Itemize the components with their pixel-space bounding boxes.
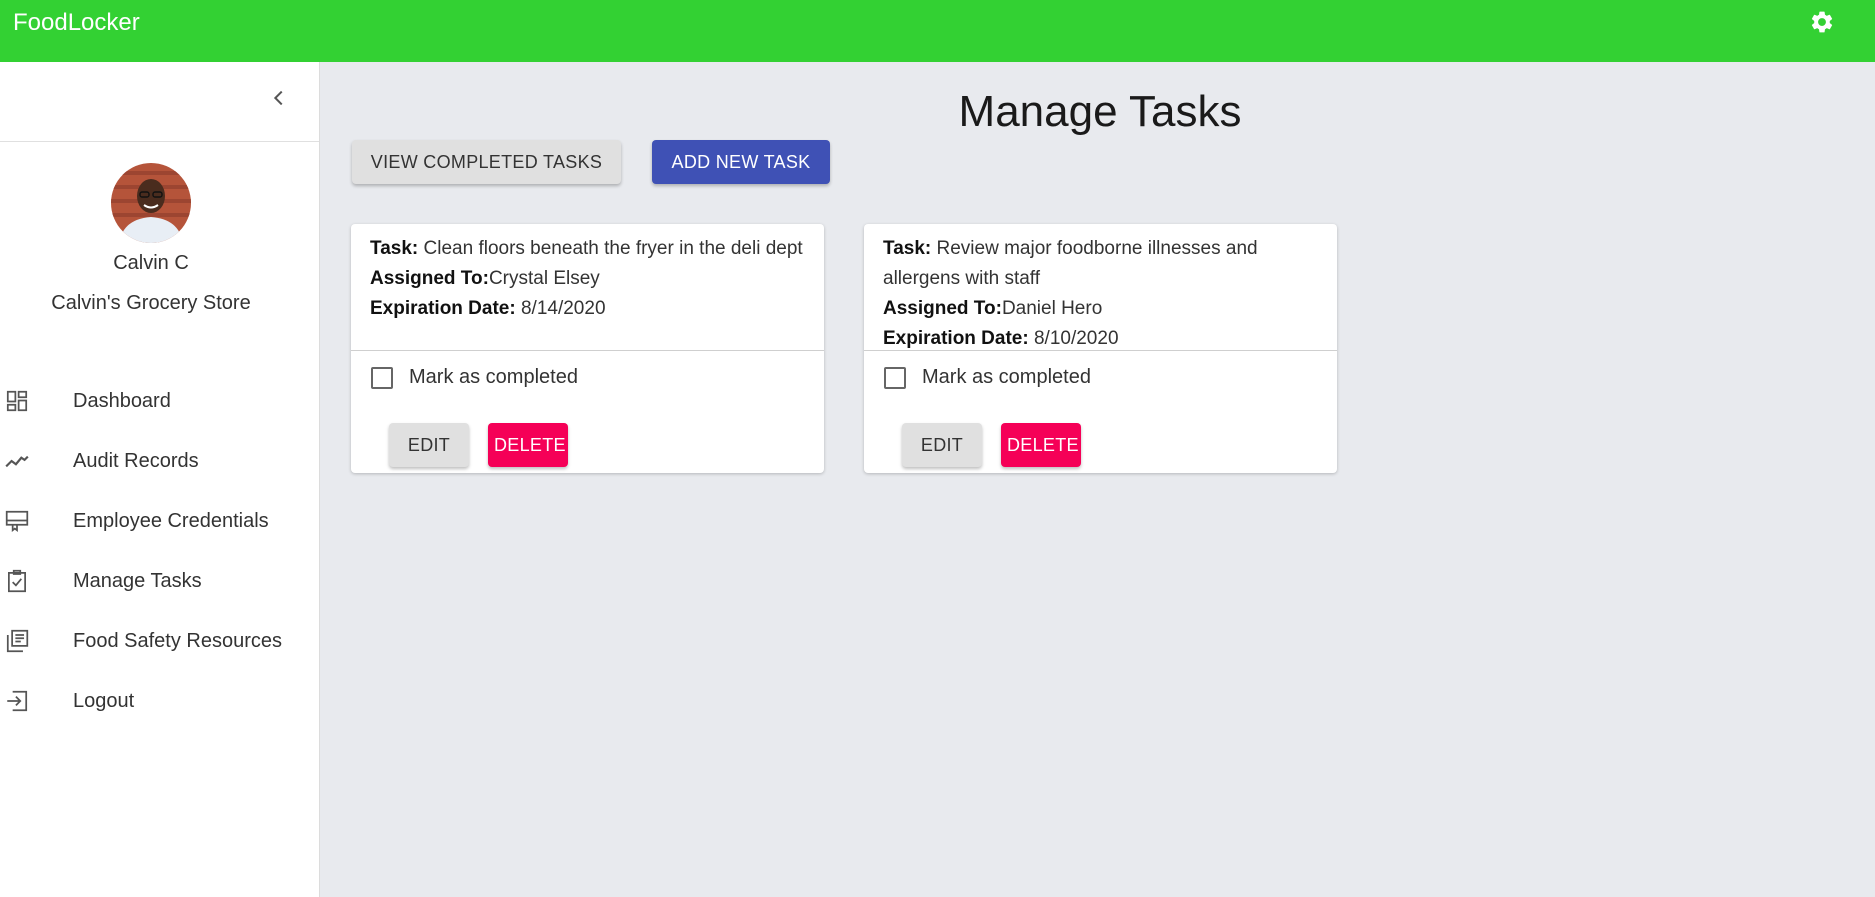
nav-item-logout[interactable]: Logout bbox=[0, 675, 318, 725]
expiration-label: Expiration Date: bbox=[883, 328, 1029, 349]
nav-label: Food Safety Resources bbox=[73, 630, 282, 652]
task-card: Task: Clean floors beneath the fryer in … bbox=[351, 224, 824, 473]
trending-icon bbox=[4, 448, 30, 474]
view-completed-tasks-button[interactable]: View Completed Tasks bbox=[352, 140, 621, 184]
nav-item-employee-credentials[interactable]: Employee Credentials bbox=[0, 495, 318, 545]
nav-label: Audit Records bbox=[73, 450, 199, 472]
sidebar-divider bbox=[0, 141, 319, 142]
task-description: Task: Clean floors beneath the fryer in … bbox=[370, 234, 810, 264]
user-name: Calvin C bbox=[113, 252, 189, 274]
nav-item-manage-tasks[interactable]: Manage Tasks bbox=[0, 555, 318, 605]
assignment-check-icon bbox=[4, 568, 30, 594]
gear-icon[interactable] bbox=[1809, 9, 1835, 35]
card-membership-icon bbox=[4, 508, 30, 534]
nav-label: Logout bbox=[73, 690, 135, 712]
page-title: Manage Tasks bbox=[958, 87, 1242, 136]
task-description: Task: Review major foodborne illnesses a… bbox=[883, 234, 1323, 294]
sidebar: Calvin C Calvin's Grocery Store Dashboar… bbox=[0, 62, 320, 897]
edit-button[interactable]: Edit bbox=[389, 423, 469, 467]
nav-label: Employee Credentials bbox=[73, 510, 269, 532]
assigned-value: Daniel Hero bbox=[1001, 298, 1103, 319]
store-name: Calvin's Grocery Store bbox=[51, 292, 251, 314]
assigned-value: Crystal Elsey bbox=[488, 268, 600, 289]
task-assignee: Assigned To:Crystal Elsey bbox=[370, 264, 810, 294]
assigned-label: Assigned To: bbox=[370, 268, 489, 289]
expiration-value: 8/10/2020 bbox=[1033, 328, 1119, 349]
checkbox-label: Mark as completed bbox=[409, 366, 578, 388]
edit-button[interactable]: Edit bbox=[902, 423, 982, 467]
card-divider bbox=[864, 350, 1337, 351]
delete-button[interactable]: Delete bbox=[1001, 423, 1081, 467]
task-details: Task: Clean floors beneath the fryer in … bbox=[370, 234, 810, 324]
card-divider bbox=[351, 350, 824, 351]
task-card: Task: Review major foodborne illnesses a… bbox=[864, 224, 1337, 473]
nav-label: Dashboard bbox=[73, 390, 171, 412]
task-text: Clean floors beneath the fryer in the de… bbox=[423, 238, 803, 259]
checkbox-unchecked-icon[interactable] bbox=[371, 367, 393, 389]
checkbox-label: Mark as completed bbox=[922, 366, 1091, 388]
avatar bbox=[111, 163, 191, 243]
expiration-label: Expiration Date: bbox=[370, 298, 516, 319]
task-expiration: Expiration Date: 8/14/2020 bbox=[370, 294, 810, 324]
exit-icon bbox=[4, 688, 30, 714]
checkbox-unchecked-icon[interactable] bbox=[884, 367, 906, 389]
nav-item-audit-records[interactable]: Audit Records bbox=[0, 435, 318, 485]
task-details: Task: Review major foodborne illnesses a… bbox=[883, 234, 1323, 354]
delete-button[interactable]: Delete bbox=[488, 423, 568, 467]
add-new-task-button[interactable]: Add New Task bbox=[652, 140, 830, 184]
library-books-icon bbox=[4, 628, 30, 654]
task-assignee: Assigned To:Daniel Hero bbox=[883, 294, 1323, 324]
task-label: Task: bbox=[883, 238, 932, 259]
app-title: FoodLocker bbox=[13, 9, 140, 36]
nav-item-food-safety-resources[interactable]: Food Safety Resources bbox=[0, 615, 318, 665]
nav-label: Manage Tasks bbox=[73, 570, 202, 592]
expiration-value: 8/14/2020 bbox=[520, 298, 606, 319]
nav-item-dashboard[interactable]: Dashboard bbox=[0, 375, 318, 425]
task-text: Review major foodborne illnesses and all… bbox=[883, 238, 1258, 289]
task-label: Task: bbox=[370, 238, 419, 259]
assigned-label: Assigned To: bbox=[883, 298, 1002, 319]
chevron-left-icon[interactable] bbox=[268, 87, 290, 109]
app-bar: FoodLocker bbox=[0, 0, 1875, 62]
dashboard-icon bbox=[4, 388, 30, 414]
